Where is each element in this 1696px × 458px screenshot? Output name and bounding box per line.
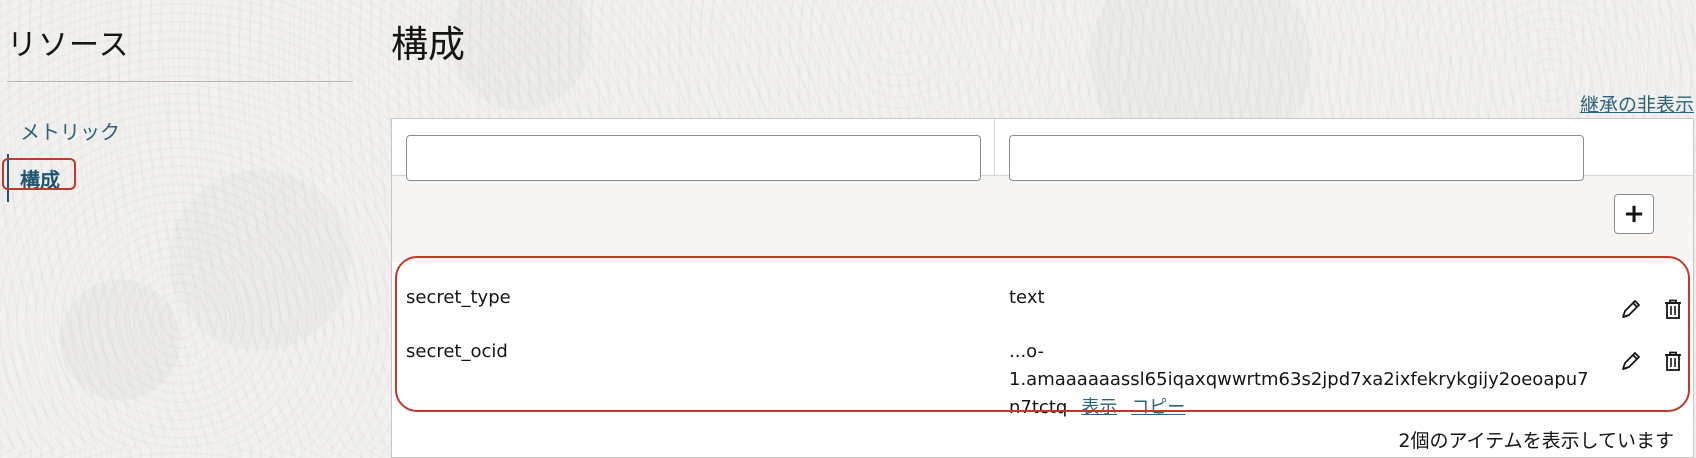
row-value-text-end: n7tctq (1009, 397, 1068, 418)
trash-icon[interactable] (1658, 346, 1688, 376)
row-value: text (1009, 284, 1579, 312)
add-entry-button[interactable]: + (1614, 194, 1654, 234)
hide-inherited-link[interactable]: 継承の非表示 (1580, 90, 1694, 117)
row-actions (1616, 294, 1688, 324)
sidebar-item-metrics[interactable]: メトリック (7, 106, 353, 154)
sidebar-nav: メトリック 構成 (7, 106, 353, 202)
plus-icon: + (1623, 199, 1645, 229)
sidebar-title: リソース (7, 28, 130, 63)
row-key: secret_type (406, 287, 511, 308)
page-title: 構成 (391, 23, 465, 66)
sidebar-item-label: 構成 (20, 167, 60, 192)
new-entry-row (392, 176, 1693, 262)
trash-icon[interactable] (1658, 294, 1688, 324)
new-value-input[interactable] (1009, 135, 1584, 181)
sidebar-divider (7, 81, 353, 82)
copy-value-link[interactable]: コピー (1131, 397, 1185, 418)
row-value-continuation: n7tctq 表示 コピー (1009, 394, 1579, 422)
edit-icon[interactable] (1616, 294, 1646, 324)
row-key: secret_ocid (406, 341, 508, 362)
row-value: ...o-1.amaaaaaassl65iqaxqwwrtm63s2jpd7xa… (1009, 338, 1589, 422)
sidebar-item-configuration[interactable]: 構成 (7, 154, 353, 202)
show-value-link[interactable]: 表示 (1081, 397, 1117, 418)
sidebar-item-label: メトリック (20, 119, 120, 144)
row-value-text: ...o-1.amaaaaaassl65iqaxqwwrtm63s2jpd7xa… (1009, 341, 1589, 390)
new-key-input[interactable] (406, 135, 981, 181)
row-value-text: text (1009, 287, 1045, 308)
table-body: secret_type text secret_ocid ...o-1.amaa… (392, 272, 1693, 418)
row-actions (1616, 346, 1688, 376)
edit-icon[interactable] (1616, 346, 1646, 376)
